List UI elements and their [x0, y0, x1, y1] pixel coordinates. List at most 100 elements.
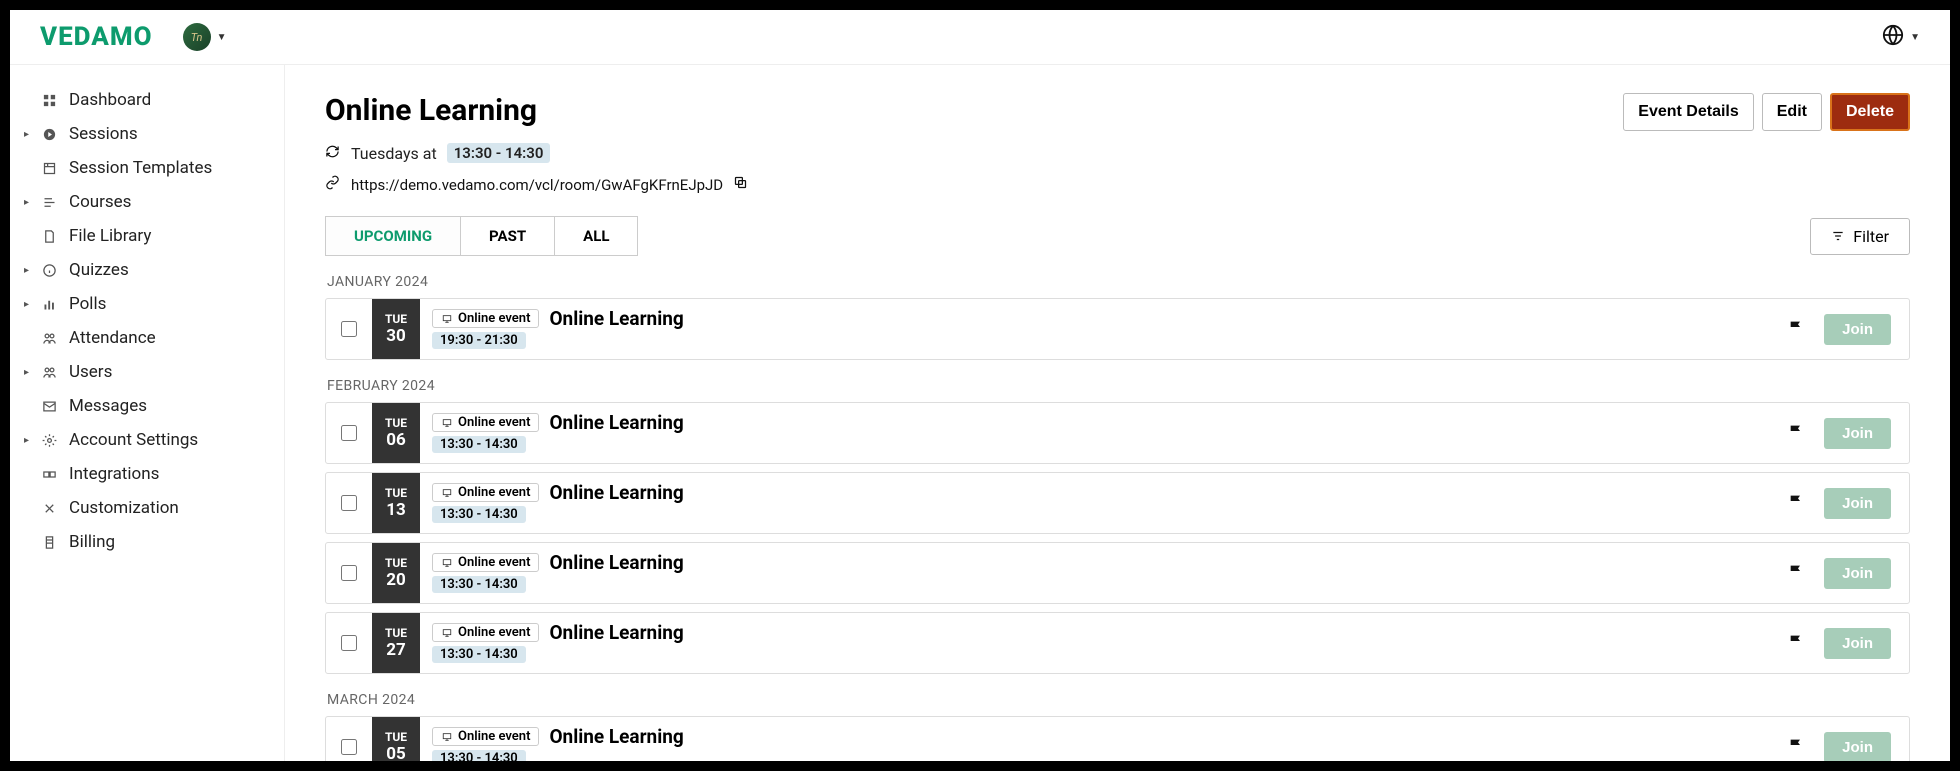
globe-icon — [1882, 24, 1904, 50]
nav-icon — [40, 467, 58, 482]
event-date: TUE05 — [372, 717, 420, 761]
sidebar-item-label: Courses — [69, 192, 131, 212]
sidebar-item-label: Account Settings — [69, 430, 198, 450]
chevron-right-icon: ▸ — [24, 265, 29, 276]
sidebar-item-courses[interactable]: ▸Courses — [10, 185, 284, 219]
sidebar-item-label: Users — [69, 362, 112, 382]
tab-upcoming[interactable]: UPCOMING — [325, 216, 460, 256]
sidebar-item-billing[interactable]: Billing — [10, 525, 284, 559]
flag-icon[interactable] — [1788, 319, 1804, 339]
user-menu[interactable]: Tn ▼ — [183, 23, 227, 51]
edit-button[interactable]: Edit — [1762, 93, 1822, 131]
nav-icon — [40, 297, 58, 312]
filter-label: Filter — [1853, 227, 1889, 246]
page-title: Online Learning — [325, 93, 537, 128]
event-checkbox[interactable] — [341, 565, 357, 581]
sidebar-item-polls[interactable]: ▸ Polls — [10, 287, 284, 321]
online-badge: Online event — [432, 483, 539, 502]
join-button[interactable]: Join — [1824, 488, 1891, 519]
event-time: 13:30 - 14:30 — [432, 436, 526, 453]
join-button[interactable]: Join — [1824, 628, 1891, 659]
sidebar-item-label: Dashboard — [69, 90, 151, 110]
chevron-right-icon: ▸ — [24, 435, 29, 446]
sidebar-item-users[interactable]: ▸ Users — [10, 355, 284, 389]
sidebar-item-label: File Library — [69, 226, 151, 246]
online-badge: Online event — [432, 553, 539, 572]
event-time: 13:30 - 14:30 — [432, 506, 526, 523]
chevron-right-icon: ▸ — [24, 367, 29, 378]
online-badge: Online event — [432, 309, 539, 328]
sidebar-item-label: Attendance — [69, 328, 156, 348]
join-button[interactable]: Join — [1824, 418, 1891, 449]
event-row: TUE06Online event13:30 - 14:30Online Lea… — [325, 402, 1910, 464]
nav-icon — [40, 93, 58, 108]
event-time: 13:30 - 14:30 — [432, 646, 526, 663]
chevron-down-icon: ▼ — [1910, 32, 1920, 43]
sidebar-item-label: Messages — [69, 396, 147, 416]
copy-icon[interactable] — [733, 175, 748, 194]
event-date: TUE06 — [372, 403, 420, 463]
nav-icon — [40, 433, 58, 448]
sidebar-item-label: Integrations — [69, 464, 159, 484]
join-button[interactable]: Join — [1824, 732, 1891, 762]
filter-button[interactable]: Filter — [1810, 218, 1910, 255]
sidebar-item-attendance[interactable]: Attendance — [10, 321, 284, 355]
sidebar-item-messages[interactable]: Messages — [10, 389, 284, 423]
sidebar-item-quizzes[interactable]: ▸ Quizzes — [10, 253, 284, 287]
sidebar-item-account-settings[interactable]: ▸ Account Settings — [10, 423, 284, 457]
event-title: Online Learning — [549, 307, 683, 330]
nav-icon — [40, 501, 58, 516]
event-row: TUE30Online event19:30 - 21:30Online Lea… — [325, 298, 1910, 360]
tab-past[interactable]: PAST — [460, 216, 554, 256]
filter-icon — [1831, 229, 1845, 243]
month-label: JANUARY 2024 — [327, 274, 1910, 290]
delete-button[interactable]: Delete — [1830, 93, 1910, 131]
nav-icon — [40, 263, 58, 278]
sidebar-item-label: Quizzes — [69, 260, 129, 280]
event-details-button[interactable]: Event Details — [1623, 93, 1753, 131]
event-row: TUE27Online event13:30 - 14:30Online Lea… — [325, 612, 1910, 674]
brand-logo: VEDAMO — [40, 22, 153, 52]
online-badge: Online event — [432, 413, 539, 432]
sidebar-item-label: Polls — [69, 294, 106, 314]
sidebar-item-customization[interactable]: Customization — [10, 491, 284, 525]
event-title: Online Learning — [549, 551, 683, 574]
nav-icon — [40, 535, 58, 550]
sidebar-item-file-library[interactable]: File Library — [10, 219, 284, 253]
sidebar-item-dashboard[interactable]: Dashboard — [10, 83, 284, 117]
flag-icon[interactable] — [1788, 493, 1804, 513]
join-button[interactable]: Join — [1824, 314, 1891, 345]
link-icon — [325, 175, 341, 194]
event-time: 13:30 - 14:30 — [432, 750, 526, 761]
sidebar-item-session-templates[interactable]: Session Templates — [10, 151, 284, 185]
flag-icon[interactable] — [1788, 563, 1804, 583]
event-checkbox[interactable] — [341, 321, 357, 337]
sidebar-item-integrations[interactable]: Integrations — [10, 457, 284, 491]
event-checkbox[interactable] — [341, 425, 357, 441]
recur-time: 13:30 - 14:30 — [447, 143, 551, 163]
flag-icon[interactable] — [1788, 737, 1804, 757]
nav-icon — [40, 331, 58, 346]
sidebar-item-sessions[interactable]: ▸Sessions — [10, 117, 284, 151]
nav-icon — [40, 365, 58, 380]
chevron-right-icon: ▸ — [24, 299, 29, 310]
event-date: TUE30 — [372, 299, 420, 359]
event-row: TUE05Online event13:30 - 14:30Online Lea… — [325, 716, 1910, 761]
topbar: VEDAMO Tn ▼ ▼ — [10, 10, 1950, 65]
flag-icon[interactable] — [1788, 633, 1804, 653]
event-row: TUE20Online event13:30 - 14:30Online Lea… — [325, 542, 1910, 604]
tab-all[interactable]: ALL — [554, 216, 638, 256]
event-checkbox[interactable] — [341, 739, 357, 755]
flag-icon[interactable] — [1788, 423, 1804, 443]
chevron-down-icon: ▼ — [217, 32, 227, 43]
chevron-right-icon: ▸ — [24, 129, 29, 140]
join-button[interactable]: Join — [1824, 558, 1891, 589]
event-checkbox[interactable] — [341, 495, 357, 511]
event-checkbox[interactable] — [341, 635, 357, 651]
language-menu[interactable]: ▼ — [1882, 24, 1920, 50]
month-label: FEBRUARY 2024 — [327, 378, 1910, 394]
sidebar-item-label: Session Templates — [69, 158, 212, 178]
event-time: 13:30 - 14:30 — [432, 576, 526, 593]
room-url: https://demo.vedamo.com/vcl/room/GwAFgKF… — [351, 176, 723, 194]
nav-icon — [40, 399, 58, 414]
